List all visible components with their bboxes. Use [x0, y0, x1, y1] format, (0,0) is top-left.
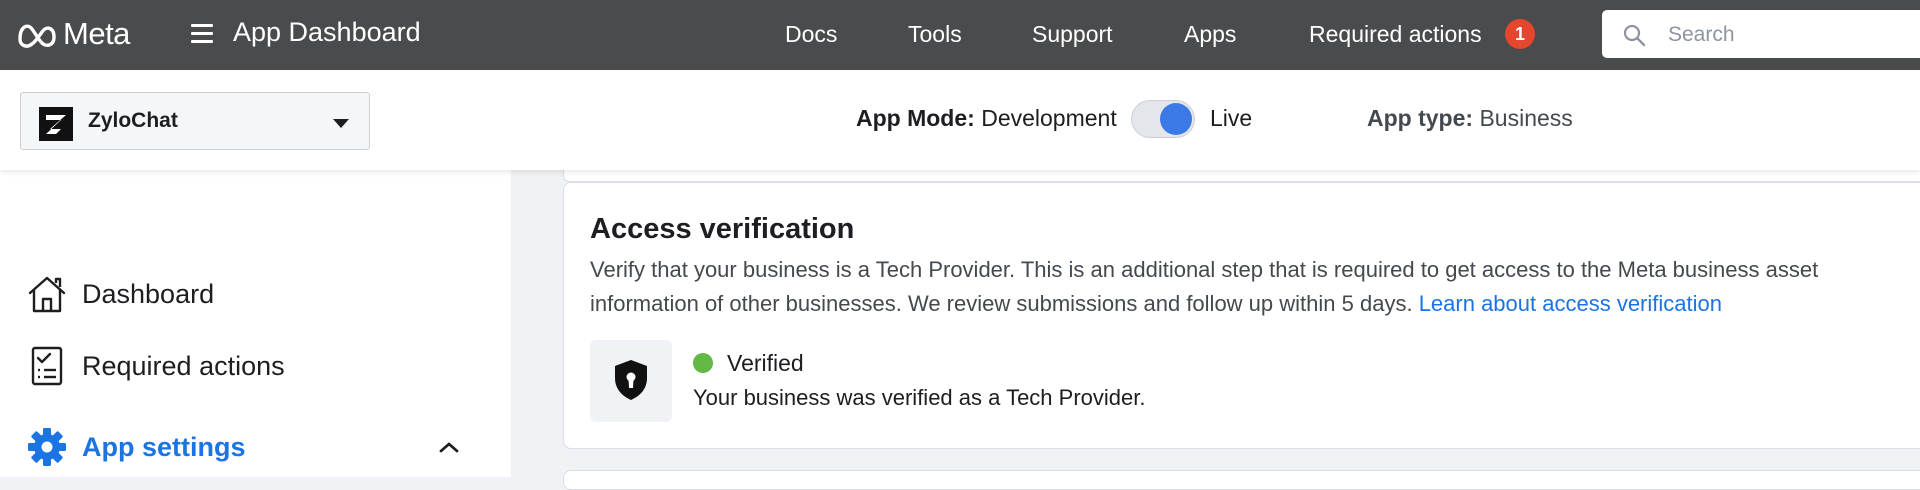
app-type-title: App type:	[1367, 105, 1474, 131]
sidebar-item-label: App settings	[82, 431, 246, 462]
sidebar-item-app-settings[interactable]: App settings	[26, 426, 246, 468]
next-card-edge	[563, 470, 1920, 490]
nav-required-actions[interactable]: Required actions	[1309, 21, 1482, 48]
caret-down-icon	[333, 119, 349, 128]
app-logo	[39, 107, 73, 141]
verification-status: Verified	[727, 350, 804, 376]
toggle-knob	[1160, 103, 1192, 135]
sidebar: Dashboard Required actions App settings	[0, 170, 511, 477]
previous-card-edge	[563, 170, 1920, 182]
description-line-2: information of other businesses. We revi…	[590, 291, 1413, 316]
verification-shield-tile	[590, 340, 672, 422]
app-mode-development: Development	[981, 105, 1117, 131]
home-icon	[28, 276, 66, 313]
top-navigation-bar: Meta App Dashboard Docs Tools Support Ap…	[0, 0, 1920, 70]
app-mode-toggle[interactable]	[1131, 100, 1195, 138]
description-line-1: Verify that your business is a Tech Prov…	[590, 257, 1819, 282]
checklist-icon	[31, 346, 63, 386]
access-verification-title: Access verification	[590, 213, 855, 245]
sidebar-item-dashboard[interactable]: Dashboard	[26, 273, 214, 315]
search-box[interactable]	[1602, 10, 1920, 58]
meta-wordmark: Meta	[63, 16, 130, 51]
meta-infinity-icon	[18, 24, 56, 48]
sidebar-item-label: Dashboard	[82, 278, 215, 309]
access-verification-description: Verify that your business is a Tech Prov…	[590, 253, 1920, 321]
verification-status-detail: Your business was verified as a Tech Pro…	[693, 385, 1146, 410]
nav-apps[interactable]: Apps	[1184, 21, 1236, 48]
verified-status-dot	[693, 353, 713, 373]
learn-about-access-verification-link[interactable]: Learn about access verification	[1419, 291, 1722, 316]
search-input[interactable]	[1666, 18, 1910, 52]
sidebar-item-required-actions[interactable]: Required actions	[26, 345, 285, 387]
meta-logo[interactable]: Meta	[16, 14, 130, 54]
search-icon	[1623, 24, 1646, 47]
app-mode-live: Live	[1210, 105, 1253, 131]
app-name: ZyloChat	[88, 109, 178, 132]
required-actions-count-badge: 1	[1505, 19, 1535, 49]
app-dashboard-title[interactable]: App Dashboard	[233, 17, 421, 48]
app-mode-label: App Mode: Development	[856, 105, 1117, 132]
gear-icon	[28, 428, 66, 466]
nav-docs[interactable]: Docs	[785, 21, 837, 48]
hamburger-menu-icon[interactable]	[191, 20, 213, 43]
app-mode-title: App Mode:	[856, 105, 975, 131]
app-selector-dropdown[interactable]: ZyloChat	[20, 92, 370, 150]
access-verification-card: Access verification Verify that your bus…	[563, 182, 1920, 449]
chevron-up-icon[interactable]	[438, 440, 460, 454]
shield-lock-icon	[615, 360, 647, 400]
sidebar-item-label: Required actions	[82, 350, 285, 381]
nav-support[interactable]: Support	[1032, 21, 1113, 48]
app-sub-header: ZyloChat App Mode: Development Live App …	[0, 70, 1920, 170]
app-type-label: App type: Business	[1367, 105, 1573, 132]
app-type-value: Business	[1479, 105, 1573, 131]
nav-tools[interactable]: Tools	[908, 21, 962, 48]
